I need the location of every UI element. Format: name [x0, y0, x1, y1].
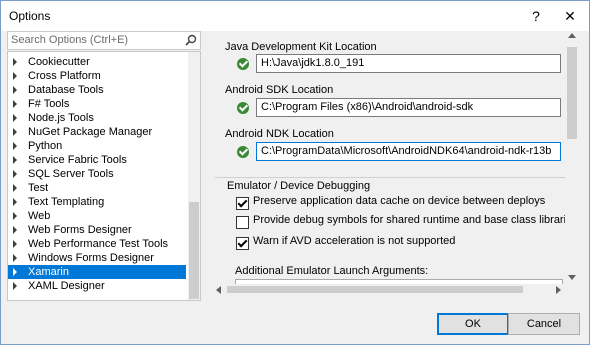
- debug-symbols-checkbox[interactable]: [236, 216, 249, 229]
- jdk-location-label: Java Development Kit Location: [225, 41, 377, 53]
- expand-arrow-icon[interactable]: [13, 100, 17, 108]
- horizontal-scroll-thumb[interactable]: [227, 286, 523, 293]
- tree-item-label: Web Forms Designer: [28, 224, 132, 236]
- android-sdk-location-value: C:\Program Files (x86)\Android\android-s…: [261, 101, 474, 113]
- avd-acceleration-label[interactable]: Warn if AVD acceleration is not supporte…: [253, 235, 455, 247]
- tree-item-label: SQL Server Tools: [28, 168, 114, 180]
- ok-button[interactable]: OK: [437, 313, 509, 335]
- emulator-args-label: Additional Emulator Launch Arguments:: [235, 265, 429, 277]
- cancel-button[interactable]: Cancel: [508, 313, 580, 335]
- valid-check-icon: [237, 102, 249, 114]
- title-bar: Options ? ✕: [1, 1, 589, 31]
- xamarin-settings-panel: Java Development Kit Location H:\Java\jd…: [213, 31, 579, 299]
- tree-item-web-forms-designer[interactable]: Web Forms Designer: [8, 223, 186, 237]
- tree-scrollbar[interactable]: [188, 52, 200, 300]
- tree-item-nuget-package-manager[interactable]: NuGet Package Manager: [8, 125, 186, 139]
- android-ndk-location-field[interactable]: C:\ProgramData\Microsoft\AndroidNDK64\an…: [256, 142, 561, 161]
- window-title: Options: [9, 9, 51, 23]
- tree-item-label: NuGet Package Manager: [28, 126, 153, 138]
- expand-arrow-icon[interactable]: [13, 58, 17, 66]
- scroll-down-icon[interactable]: [568, 275, 576, 280]
- tree-item-label: XAML Designer: [28, 280, 105, 292]
- tree-item-label: Cookiecutter: [28, 56, 90, 68]
- tree-item-label: Web Performance Test Tools: [28, 238, 169, 250]
- settings-horizontal-scrollbar[interactable]: [213, 284, 565, 295]
- vertical-scroll-thumb[interactable]: [567, 47, 577, 139]
- tree-item-label: F# Tools: [28, 98, 70, 110]
- options-dialog: Options ? ✕ Search Options (Ctrl+E) Cook…: [0, 0, 590, 345]
- preserve-data-cache-label[interactable]: Preserve application data cache on devic…: [253, 195, 545, 207]
- settings-vertical-scrollbar[interactable]: [565, 31, 579, 283]
- tree-item-windows-forms-designer[interactable]: Windows Forms Designer: [8, 251, 186, 265]
- android-ndk-location-value: C:\ProgramData\Microsoft\AndroidNDK64\an…: [261, 145, 552, 157]
- jdk-location-field[interactable]: H:\Java\jdk1.8.0_191: [256, 54, 561, 73]
- expand-arrow-icon[interactable]: [13, 142, 17, 150]
- expand-arrow-icon[interactable]: [13, 72, 17, 80]
- tree-item-nodejs-tools[interactable]: Node.js Tools: [8, 111, 186, 125]
- tree-item-label: Node.js Tools: [28, 112, 94, 124]
- tree-item-cookiecutter[interactable]: Cookiecutter: [8, 55, 186, 69]
- tree-item-xaml-designer[interactable]: XAML Designer: [8, 279, 186, 293]
- expand-arrow-icon[interactable]: [13, 226, 17, 234]
- scroll-up-icon[interactable]: [568, 33, 576, 38]
- jdk-location-value: H:\Java\jdk1.8.0_191: [261, 57, 365, 69]
- tree-item-service-fabric-tools[interactable]: Service Fabric Tools: [8, 153, 186, 167]
- tree-item-label: Test: [28, 182, 49, 194]
- expand-arrow-icon[interactable]: [13, 240, 17, 248]
- expand-arrow-icon[interactable]: [13, 156, 17, 164]
- debug-symbols-label[interactable]: Provide debug symbols for shared runtime…: [253, 214, 578, 226]
- help-button[interactable]: ?: [523, 5, 549, 27]
- expand-arrow-icon[interactable]: [13, 268, 17, 276]
- preserve-data-cache-checkbox[interactable]: [236, 197, 249, 210]
- tree-item-label: Database Tools: [28, 84, 104, 96]
- expand-arrow-icon[interactable]: [13, 114, 17, 122]
- expand-arrow-icon[interactable]: [13, 170, 17, 178]
- expand-arrow-icon[interactable]: [13, 254, 17, 262]
- android-sdk-location-label: Android SDK Location: [225, 84, 334, 96]
- tree-item-label: Cross Platform: [28, 70, 101, 82]
- avd-acceleration-checkbox[interactable]: [236, 237, 249, 250]
- expand-arrow-icon[interactable]: [13, 184, 17, 192]
- tree-item-label: Service Fabric Tools: [28, 154, 127, 166]
- scroll-right-icon[interactable]: [556, 286, 561, 294]
- tree-item-test[interactable]: Test: [8, 181, 186, 195]
- search-options-input[interactable]: Search Options (Ctrl+E): [7, 31, 201, 50]
- tree-item-database-tools[interactable]: Database Tools: [8, 83, 186, 97]
- tree-item-web-performance-test-tools[interactable]: Web Performance Test Tools: [8, 237, 186, 251]
- tree-item-python[interactable]: Python: [8, 139, 186, 153]
- tree-item-cross-platform[interactable]: Cross Platform: [8, 69, 186, 83]
- tree-item-text-templating[interactable]: Text Templating: [8, 195, 186, 209]
- tree-item-label: Xamarin: [28, 266, 69, 278]
- tree-item-sql-server-tools[interactable]: SQL Server Tools: [8, 167, 186, 181]
- expand-arrow-icon[interactable]: [13, 282, 17, 290]
- tree-item-label: Python: [28, 140, 63, 152]
- search-placeholder: Search Options (Ctrl+E): [11, 34, 129, 46]
- tree-item-web[interactable]: Web: [8, 209, 186, 223]
- tree-item-xamarin[interactable]: Xamarin: [8, 265, 186, 279]
- tree-item-fsharp-tools[interactable]: F# Tools: [8, 97, 186, 111]
- options-tree[interactable]: Cookiecutter Cross Platform Database Too…: [7, 51, 201, 301]
- android-sdk-location-field[interactable]: C:\Program Files (x86)\Android\android-s…: [256, 98, 561, 117]
- expand-arrow-icon[interactable]: [13, 198, 17, 206]
- tree-item-label: Text Templating: [28, 196, 105, 208]
- valid-check-icon: [237, 146, 249, 158]
- emulator-group-title: Emulator / Device Debugging: [227, 180, 371, 192]
- tree-item-label: Web: [28, 210, 51, 222]
- close-button[interactable]: ✕: [557, 5, 583, 27]
- expand-arrow-icon[interactable]: [13, 86, 17, 94]
- valid-check-icon: [237, 58, 249, 70]
- scroll-left-icon[interactable]: [216, 286, 221, 294]
- tree-item-label: Windows Forms Designer: [28, 252, 154, 264]
- search-icon[interactable]: [185, 34, 197, 46]
- tree-scroll-thumb[interactable]: [189, 202, 199, 299]
- android-ndk-location-label: Android NDK Location: [225, 128, 334, 140]
- expand-arrow-icon[interactable]: [13, 128, 17, 136]
- expand-arrow-icon[interactable]: [13, 212, 17, 220]
